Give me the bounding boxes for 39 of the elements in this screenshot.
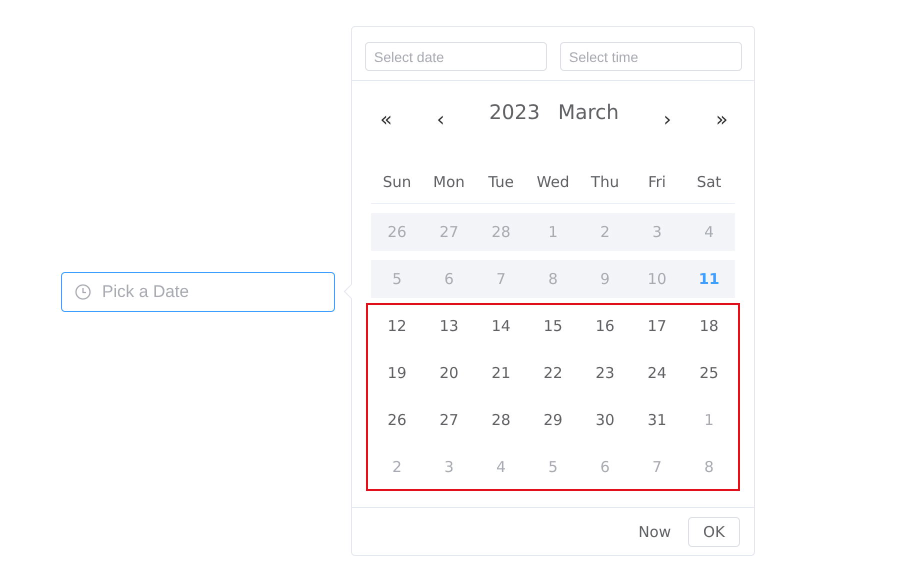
date-input[interactable]: Pick a Date [61, 272, 335, 312]
month-label[interactable]: March [558, 100, 619, 124]
weekday-label: Wed [536, 173, 570, 191]
date-field[interactable]: Select date [365, 42, 547, 71]
previous-year-button[interactable]: « [380, 109, 392, 129]
day-cell[interactable]: 22 [527, 354, 579, 392]
day-cell[interactable]: 27 [423, 401, 475, 439]
previous-month-button[interactable]: ‹ [436, 109, 445, 129]
next-month-button[interactable]: › [663, 109, 672, 129]
day-cell[interactable]: 17 [631, 307, 683, 345]
weekday-label: Sat [696, 173, 722, 191]
day-cell[interactable]: 14 [475, 307, 527, 345]
now-button[interactable]: Now [638, 522, 671, 540]
weekday-label: Thu [590, 173, 620, 191]
day-cell[interactable]: 24 [631, 354, 683, 392]
day-cell[interactable]: 21 [475, 354, 527, 392]
day-cell[interactable]: 29 [527, 401, 579, 439]
next-year-button[interactable]: » [716, 109, 728, 129]
year-label[interactable]: 2023 [489, 100, 540, 124]
ok-button[interactable]: OK [688, 516, 740, 546]
day-cell[interactable]: 23 [579, 354, 631, 392]
clock-icon [75, 284, 91, 300]
day-cell[interactable]: 16 [579, 307, 631, 345]
day-cell[interactable]: 18 [683, 307, 735, 345]
weekday-label: Tue [487, 173, 515, 191]
day-cell[interactable]: 26 [371, 401, 423, 439]
day-cell[interactable]: 19 [371, 354, 423, 392]
weekday-label: Fri [647, 173, 667, 191]
weekday-label: Mon [432, 173, 466, 191]
day-cell[interactable]: 12 [371, 307, 423, 345]
day-cell[interactable]: 30 [579, 401, 631, 439]
day-cell[interactable]: 15 [527, 307, 579, 345]
day-cell[interactable]: 31 [631, 401, 683, 439]
weekday-label: Sun [382, 173, 412, 191]
day-cell[interactable]: 13 [423, 307, 475, 345]
day-cell[interactable]: 25 [683, 354, 735, 392]
day-cell[interactable]: 20 [423, 354, 475, 392]
time-field[interactable]: Select time [560, 42, 742, 71]
day-cell[interactable]: 28 [475, 401, 527, 439]
